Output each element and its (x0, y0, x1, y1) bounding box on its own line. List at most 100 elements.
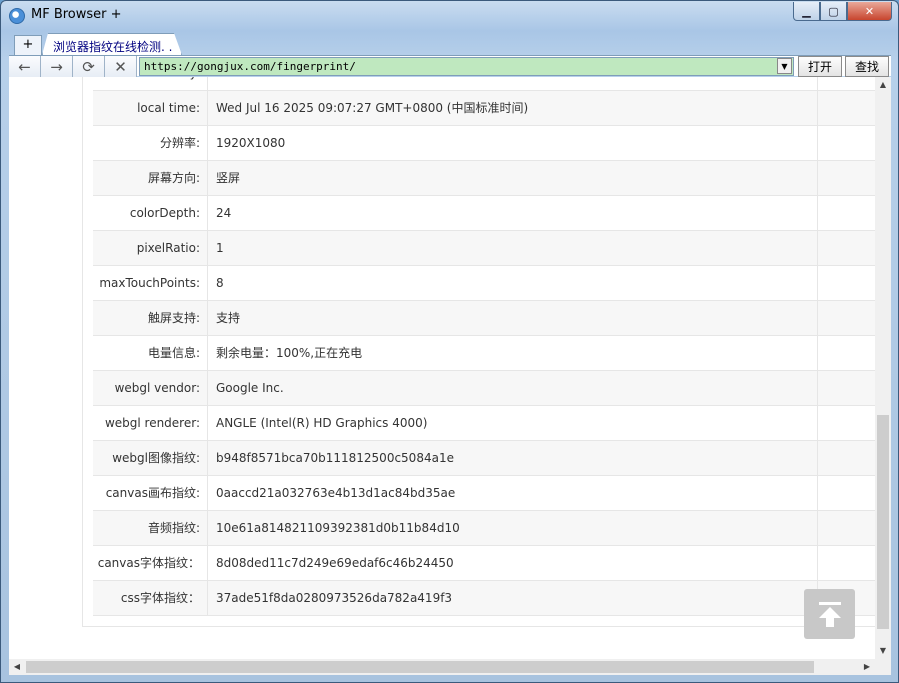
horizontal-scrollbar[interactable]: ◀ ▶ (9, 659, 875, 675)
table-row: colorDepth: 24 (93, 196, 875, 231)
row-label: canvas画布指纹: (93, 476, 208, 510)
row-value: 8 (208, 266, 818, 300)
refresh-icon: ⟳ (82, 57, 95, 76)
arrow-up-icon (818, 602, 841, 627)
table-row: deviceMemory:4 (93, 77, 875, 91)
row-extra-cell (818, 406, 875, 440)
table-row: webgl vendor: Google Inc. (93, 371, 875, 406)
open-button[interactable]: 打开 (798, 56, 842, 77)
table-row: canvas画布指纹: 0aaccd21a032763e4b13d1ac84bd3… (93, 476, 875, 511)
horizontal-scroll-thumb[interactable] (26, 661, 814, 673)
row-value: 8d08ded11c7d249e69edaf6c46b24450 (208, 546, 818, 580)
row-extra-cell (818, 161, 875, 195)
address-bar[interactable]: https://gongjux.com/fingerprint/ (139, 57, 794, 76)
row-extra-cell (818, 231, 875, 265)
find-button[interactable]: 查找 (845, 56, 889, 77)
table-row: webgl renderer: ANGLE (Intel(R) HD Graphi… (93, 406, 875, 441)
row-value: 37ade51f8da0280973526da782a419f3 (208, 581, 818, 615)
refresh-button[interactable]: ⟳ (73, 56, 105, 77)
app-icon (9, 8, 25, 24)
address-dropdown-button[interactable]: ▼ (777, 58, 792, 74)
back-button[interactable]: ← (9, 56, 41, 77)
row-value: Google Inc. (208, 371, 818, 405)
row-value: 0aaccd21a032763e4b13d1ac84bd35ae (208, 476, 818, 510)
row-value: 支持 (208, 301, 818, 335)
row-label: 屏幕方向: (93, 161, 208, 195)
close-button[interactable]: ✕ (847, 2, 892, 21)
row-value: 竖屏 (208, 161, 818, 195)
tab-strip: + 浏览器指纹在线检测. . (9, 33, 889, 55)
table-row: 电量信息: 剩余电量：100%,正在充电 (93, 336, 875, 371)
arrow-right-icon: → (50, 57, 63, 76)
row-label: 电量信息: (93, 336, 208, 370)
row-label: pixelRatio: (93, 231, 208, 265)
row-extra-cell (818, 266, 875, 300)
row-extra-cell (818, 511, 875, 545)
row-extra-cell (818, 441, 875, 475)
table-row: 触屏支持: 支持 (93, 301, 875, 336)
tab-active[interactable]: 浏览器指纹在线检测. . (42, 33, 182, 55)
row-extra-cell (818, 126, 875, 160)
arrow-left-icon: ← (18, 57, 31, 76)
browser-window: MF Browser + ▁ ▢ ✕ + 浏览器指纹在线检测. . ← → ⟳ … (0, 0, 899, 683)
minimize-button[interactable]: ▁ (793, 2, 820, 21)
row-value: 4 (208, 77, 818, 90)
back-to-top-button[interactable] (804, 589, 855, 639)
scroll-left-arrow-icon[interactable]: ◀ (9, 659, 25, 675)
fingerprint-table: deviceMemory:4local time:Wed Jul 16 2025… (93, 77, 875, 616)
row-extra-cell (818, 371, 875, 405)
stop-button[interactable]: ✕ (105, 56, 137, 77)
row-extra-cell (818, 336, 875, 370)
row-extra-cell (818, 476, 875, 510)
row-label: webgl vendor: (93, 371, 208, 405)
row-value: 24 (208, 196, 818, 230)
row-value: ANGLE (Intel(R) HD Graphics 4000) (208, 406, 818, 440)
row-label: maxTouchPoints: (93, 266, 208, 300)
row-extra-cell (818, 77, 875, 90)
page-viewport: deviceMemory:4local time:Wed Jul 16 2025… (9, 77, 875, 659)
table-row: css字体指纹： 37ade51f8da0280973526da782a419f3 (93, 581, 875, 616)
vertical-scrollbar[interactable]: ▲ ▼ (875, 77, 891, 659)
table-row: 音频指纹: 10e61a814821109392381d0b11b84d10 (93, 511, 875, 546)
scroll-right-arrow-icon[interactable]: ▶ (859, 659, 875, 675)
table-row: pixelRatio: 1 (93, 231, 875, 266)
tab-title: 浏览器指纹在线检测. . (53, 40, 173, 54)
row-label: 音频指纹: (93, 511, 208, 545)
row-label: canvas字体指纹： (93, 546, 208, 580)
navigation-toolbar: ← → ⟳ ✕ https://gongjux.com/fingerprint/… (9, 55, 891, 77)
table-row: local time: Wed Jul 16 2025 09:07:27 GMT+… (93, 91, 875, 126)
title-bar[interactable]: MF Browser + ▁ ▢ ✕ (1, 1, 898, 31)
stop-icon: ✕ (114, 57, 127, 76)
maximize-button[interactable]: ▢ (820, 2, 847, 21)
window-title: MF Browser + (31, 7, 122, 22)
table-row: 分辨率: 1920X1080 (93, 126, 875, 161)
table-row: canvas字体指纹： 8d08ded11c7d249e69edaf6c46b24… (93, 546, 875, 581)
row-extra-cell (818, 301, 875, 335)
table-row: maxTouchPoints: 8 (93, 266, 875, 301)
new-tab-button[interactable]: + (14, 35, 42, 55)
row-extra-cell (818, 91, 875, 125)
row-label: css字体指纹： (93, 581, 208, 615)
row-value: 1 (208, 231, 818, 265)
row-label: webgl图像指纹: (93, 441, 208, 475)
row-label: webgl renderer: (93, 406, 208, 440)
row-value: 1920X1080 (208, 126, 818, 160)
scrollbar-corner (875, 659, 891, 675)
row-label: local time: (93, 91, 208, 125)
row-value: 剩余电量：100%,正在充电 (208, 336, 818, 370)
row-label: colorDepth: (93, 196, 208, 230)
window-controls: ▁ ▢ ✕ (793, 2, 892, 21)
row-value: 10e61a814821109392381d0b11b84d10 (208, 511, 818, 545)
forward-button[interactable]: → (41, 56, 73, 77)
row-extra-cell (818, 196, 875, 230)
row-extra-cell (818, 546, 875, 580)
row-label: 分辨率: (93, 126, 208, 160)
vertical-scroll-thumb[interactable] (877, 415, 889, 629)
scroll-down-arrow-icon[interactable]: ▼ (875, 643, 891, 659)
row-value: b948f8571bca70b111812500c5084a1e (208, 441, 818, 475)
table-row: webgl图像指纹: b948f8571bca70b111812500c5084a… (93, 441, 875, 476)
chevron-down-icon: ▼ (781, 61, 788, 71)
scroll-up-arrow-icon[interactable]: ▲ (875, 77, 891, 93)
row-label: 触屏支持: (93, 301, 208, 335)
row-label: deviceMemory: (93, 77, 208, 90)
